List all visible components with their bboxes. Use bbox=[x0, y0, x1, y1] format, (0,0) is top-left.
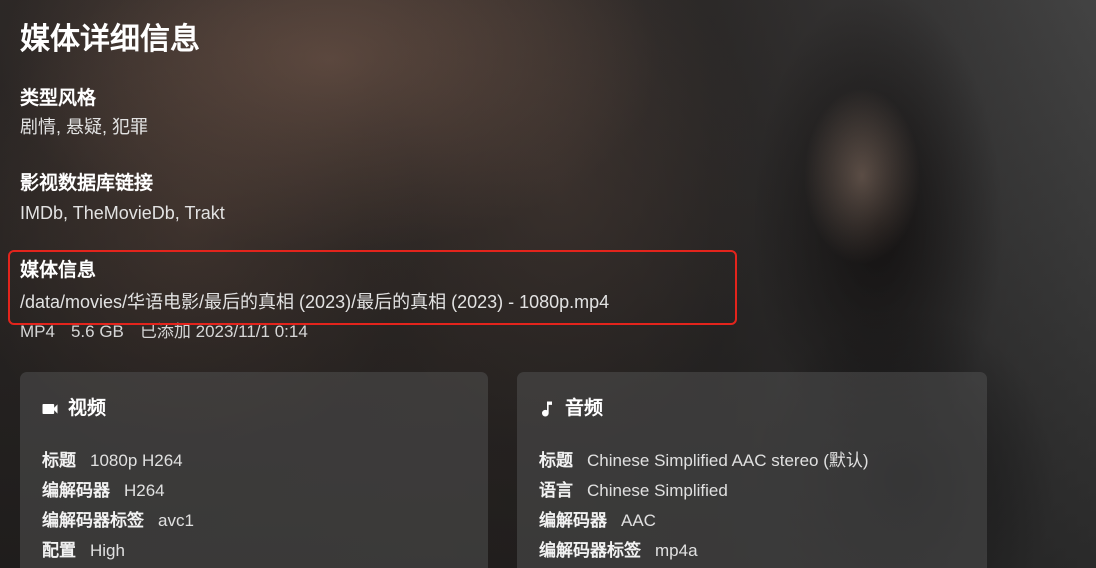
audio-info-row: 标题 Chinese Simplified AAC stereo (默认) bbox=[539, 446, 869, 476]
genres-heading: 类型风格 bbox=[20, 88, 97, 109]
genre-separator: , bbox=[56, 117, 67, 137]
link-separator: , bbox=[174, 203, 185, 223]
info-label: 配置 bbox=[42, 541, 76, 560]
info-value: mp4a bbox=[655, 541, 698, 560]
video-stream-card: 视频 标题 1080p H264 编解码器 H264 编解码器标签 avc1 配置 Hi… bbox=[20, 372, 488, 568]
link-separator: , bbox=[63, 203, 73, 223]
info-label: 编解码器标签 bbox=[539, 541, 641, 560]
music-note-icon bbox=[537, 396, 565, 422]
audio-card-header: 音频 bbox=[537, 396, 603, 422]
page-title: 媒体详细信息 bbox=[20, 23, 200, 56]
video-info-row: 编解码器标签 avc1 bbox=[42, 506, 194, 536]
media-info-heading: 媒体信息 bbox=[20, 260, 97, 281]
info-label: 标题 bbox=[42, 451, 76, 470]
external-links-heading: 影视数据库链接 bbox=[20, 173, 154, 194]
info-label: 语言 bbox=[539, 481, 573, 500]
info-value: High bbox=[90, 541, 125, 560]
media-file-path: /data/movies/华语电影/最后的真相 (2023)/最后的真相 (20… bbox=[20, 292, 610, 312]
info-value: H264 bbox=[124, 481, 165, 500]
media-meta-line: MP4 5.6 GB 已添加 2023/11/1 0:14 bbox=[20, 318, 324, 346]
info-label: 编解码器 bbox=[42, 481, 110, 500]
imdb-link[interactable]: IMDb bbox=[20, 203, 63, 223]
genre-link[interactable]: 犯罪 bbox=[112, 117, 148, 137]
audio-info-row: 编解码器标签 mp4a bbox=[539, 536, 869, 566]
external-links-list: IMDb, TheMovieDb, Trakt bbox=[20, 199, 225, 227]
media-container: MP4 bbox=[20, 322, 55, 341]
themoviedb-link[interactable]: TheMovieDb bbox=[73, 203, 175, 223]
video-info-row: 编解码器 H264 bbox=[42, 476, 194, 506]
media-size: 5.6 GB bbox=[70, 322, 124, 341]
video-info-row: 配置 High bbox=[42, 536, 194, 566]
video-camera-icon bbox=[40, 396, 68, 422]
genre-link[interactable]: 悬疑 bbox=[66, 117, 102, 137]
audio-info-rows: 标题 Chinese Simplified AAC stereo (默认) 语言 C… bbox=[539, 446, 869, 566]
genre-separator: , bbox=[102, 117, 113, 137]
info-value: AAC bbox=[621, 511, 656, 530]
genres-list: 剧情, 悬疑, 犯罪 bbox=[20, 113, 148, 141]
info-value: avc1 bbox=[158, 511, 194, 530]
audio-info-row: 编解码器 AAC bbox=[539, 506, 869, 536]
video-info-rows: 标题 1080p H264 编解码器 H264 编解码器标签 avc1 配置 High bbox=[42, 446, 194, 566]
audio-stream-card: 音频 标题 Chinese Simplified AAC stereo (默认) … bbox=[517, 372, 987, 568]
audio-card-title: 音频 bbox=[565, 398, 604, 419]
genre-link[interactable]: 剧情 bbox=[20, 117, 56, 137]
audio-info-row: 语言 Chinese Simplified bbox=[539, 476, 869, 506]
video-card-title: 视频 bbox=[68, 398, 107, 419]
info-value: 1080p H264 bbox=[90, 451, 183, 470]
info-value: Chinese Simplified bbox=[587, 481, 728, 500]
info-label: 编解码器标签 bbox=[42, 511, 144, 530]
info-label: 标题 bbox=[539, 451, 573, 470]
info-label: 编解码器 bbox=[539, 511, 607, 530]
video-info-row: 标题 1080p H264 bbox=[42, 446, 194, 476]
video-card-header: 视频 bbox=[40, 396, 106, 422]
info-value: Chinese Simplified AAC stereo (默认) bbox=[587, 451, 869, 470]
media-date-added: 已添加 2023/11/1 0:14 bbox=[139, 322, 308, 341]
trakt-link[interactable]: Trakt bbox=[184, 203, 224, 223]
